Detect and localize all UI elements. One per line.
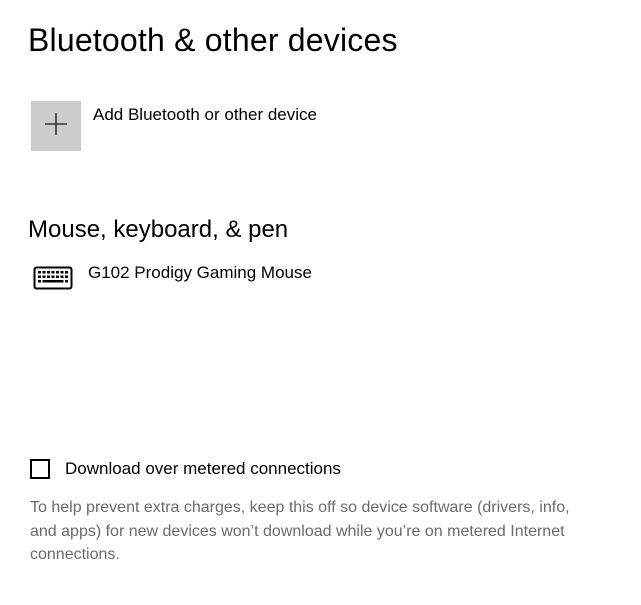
device-item-g102-mouse[interactable]: G102 Prodigy Gaming Mouse: [33, 262, 312, 294]
keyboard-icon: [33, 262, 73, 294]
add-device-button[interactable]: Add Bluetooth or other device: [31, 101, 317, 151]
page-title: Bluetooth & other devices: [28, 22, 398, 58]
section-heading-mouse-keyboard-pen: Mouse, keyboard, & pen: [28, 216, 289, 243]
metered-download-description: To help prevent extra charges, keep this…: [30, 499, 570, 563]
device-name[interactable]: G102 Prodigy Gaming Mouse: [88, 263, 312, 283]
metered-download-option[interactable]: Download over metered connections: [30, 459, 341, 479]
metered-download-label[interactable]: Download over metered connections: [65, 459, 341, 479]
add-device-label[interactable]: Add Bluetooth or other device: [93, 105, 317, 125]
metered-download-checkbox[interactable]: [30, 459, 50, 479]
add-device-tile[interactable]: [31, 101, 81, 151]
plus-icon: [44, 112, 68, 141]
